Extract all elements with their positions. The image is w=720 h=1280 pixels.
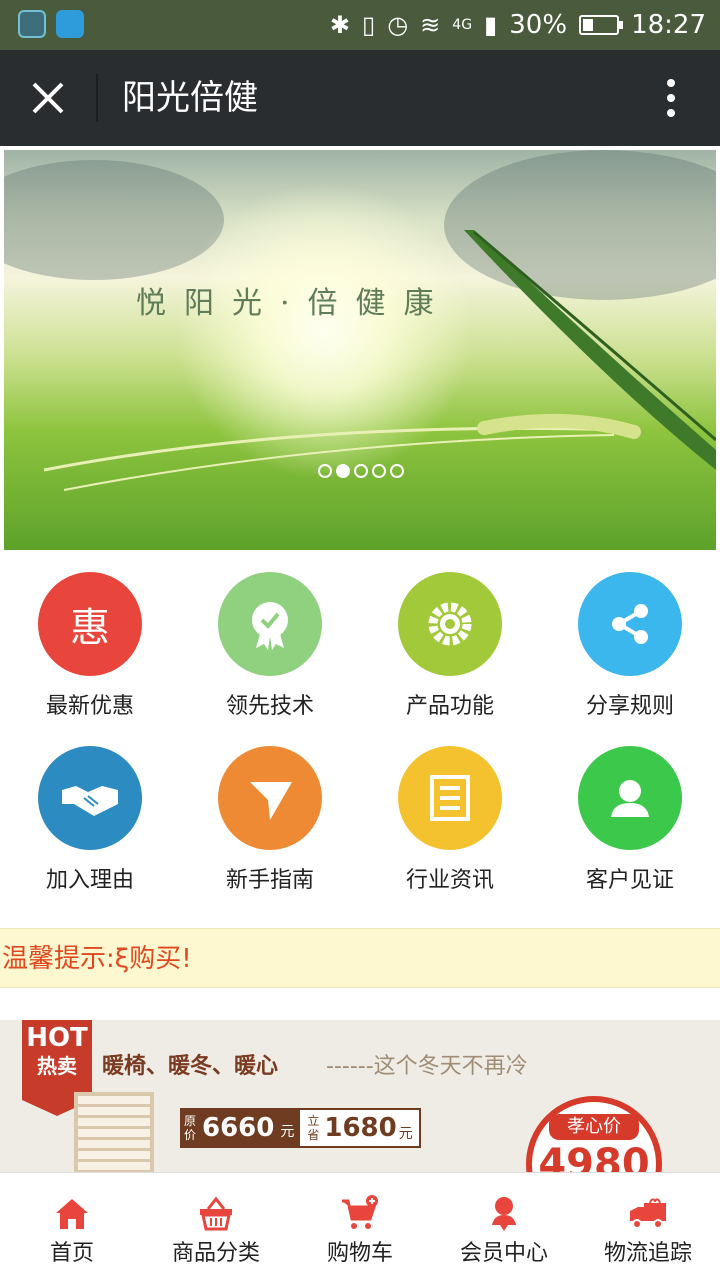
menu-item-label: 领先技术 <box>225 694 314 719</box>
menu-item-testimonials[interactable]: 客户见证 <box>540 746 720 920</box>
menu-item-product-features[interactable]: 产品功能 <box>360 572 540 746</box>
nav-label: 物流追踪 <box>603 1241 692 1266</box>
menu-item-label: 新手指南 <box>225 868 314 893</box>
menu-item-industry-news[interactable]: 行业资讯 <box>360 746 540 920</box>
saving-label: 立省 <box>307 1114 320 1142</box>
hot-badge-top: HOT <box>26 1023 88 1053</box>
original-price: 6660 <box>198 1110 281 1146</box>
close-icon[interactable] <box>26 76 70 120</box>
menu-item-label: 产品功能 <box>405 694 494 719</box>
special-price-stamp: 孝心价 4980 <box>526 1096 662 1172</box>
nav-label: 首页 <box>49 1241 94 1266</box>
menu-item-leading-tech[interactable]: 领先技术 <box>180 572 360 746</box>
handshake-icon <box>38 746 142 850</box>
stamp-label: 孝心价 <box>549 1114 639 1140</box>
signal-icon: ▮ <box>484 11 498 39</box>
navigation-icon <box>218 746 322 850</box>
carousel-dot[interactable] <box>390 464 404 478</box>
notice-message: ξ购买! <box>114 944 192 974</box>
nav-categories[interactable]: 商品分类 <box>144 1173 288 1280</box>
award-icon <box>218 572 322 676</box>
bottom-nav: 首页 商品分类 购物车 会员中心 物流追踪 <box>0 1172 720 1280</box>
app-notification-icon <box>56 10 84 38</box>
nav-label: 购物车 <box>326 1241 393 1266</box>
carousel-dot[interactable] <box>336 464 350 478</box>
menu-row: 惠 最新优惠 领先技术 产品功能 分享规则 <box>0 572 720 746</box>
vibrate-icon: ▯ <box>362 11 376 39</box>
price-box: 原价 6660 元 立省 1680 元 <box>180 1108 421 1148</box>
menu-item-label: 最新优惠 <box>45 694 134 719</box>
title-divider <box>96 74 98 122</box>
member-icon <box>492 1197 516 1231</box>
menu-item-share-rules[interactable]: 分享规则 <box>540 572 720 746</box>
share-icon <box>578 572 682 676</box>
more-options-icon[interactable] <box>664 78 678 118</box>
battery-icon <box>579 15 624 35</box>
wheat-image <box>43 230 716 491</box>
carousel-dot[interactable] <box>372 464 386 478</box>
user-icon <box>578 746 682 850</box>
truck-icon <box>630 1198 666 1229</box>
notice-bar: 温馨提示:ξ购买! <box>0 928 720 988</box>
title-bar: 阳光倍健 <box>0 50 720 146</box>
carousel-dot[interactable] <box>318 464 332 478</box>
page-title: 阳光倍健 <box>122 78 258 118</box>
menu-item-label: 客户见证 <box>585 868 674 893</box>
menu-item-join-reasons[interactable]: 加入理由 <box>0 746 180 920</box>
notice-label: 温馨提示: <box>2 944 115 974</box>
basket-icon <box>200 1196 232 1231</box>
home-icon <box>56 1199 88 1229</box>
promo-headline: 暖椅、暖冬、暖心 <box>102 1054 279 1079</box>
saving-unit: 元 <box>398 1126 413 1142</box>
saving-amount: 1680 <box>324 1113 397 1143</box>
menu-item-label: 分享规则 <box>585 694 674 719</box>
menu-row: 加入理由 新手指南 行业资讯 客户见证 <box>0 746 720 920</box>
app-notification-icon <box>18 10 46 38</box>
menu-item-latest-offers[interactable]: 惠 最新优惠 <box>0 572 180 746</box>
carousel-dot[interactable] <box>354 464 368 478</box>
stamp-price: 4980 <box>538 1141 650 1172</box>
menu-grid: 惠 最新优惠 领先技术 产品功能 分享规则 加入理由 新手指南 行业资讯 客户见… <box>0 572 720 920</box>
product-image <box>74 1092 154 1172</box>
notice-text: 温馨提示:ξ购买! <box>2 941 192 977</box>
cart-icon <box>342 1195 378 1229</box>
nav-cart[interactable]: 购物车 <box>288 1173 432 1280</box>
news-icon <box>398 746 502 850</box>
alarm-icon: ◷ <box>387 11 409 39</box>
gear-icon <box>398 572 502 676</box>
nav-home[interactable]: 首页 <box>0 1173 144 1280</box>
bluetooth-icon: ✱ <box>329 11 350 39</box>
nav-label: 商品分类 <box>171 1241 260 1266</box>
nav-member-center[interactable]: 会员中心 <box>432 1173 576 1280</box>
original-price-label: 原价 <box>182 1110 198 1146</box>
nav-logistics[interactable]: 物流追踪 <box>576 1173 720 1280</box>
menu-item-beginner-guide[interactable]: 新手指南 <box>180 746 360 920</box>
banner-carousel[interactable]: 悦阳光·倍健康 <box>4 150 716 550</box>
promo-banner[interactable]: HOT 热卖 暖椅、暖冬、暖心 ------这个冬天不再冷 原价 6660 元 … <box>0 1020 720 1172</box>
clock: 18:27 <box>631 10 706 40</box>
original-price-unit: 元 <box>280 1110 301 1146</box>
hui-icon: 惠 <box>38 572 142 676</box>
hot-badge: HOT 热卖 <box>22 1020 92 1100</box>
menu-item-label: 行业资讯 <box>405 868 494 893</box>
nav-label: 会员中心 <box>459 1241 548 1266</box>
wifi-icon: ≋ <box>420 11 441 39</box>
network-type: 4G <box>452 17 473 33</box>
carousel-indicators[interactable] <box>318 464 404 478</box>
hot-badge-bottom: 热卖 <box>37 1054 77 1078</box>
menu-item-label: 加入理由 <box>45 868 134 893</box>
status-bar: ✱ ▯ ◷ ≋ 4G ▮ 30% 18:27 <box>0 0 720 50</box>
promo-subline: ------这个冬天不再冷 <box>326 1054 528 1079</box>
banner-slogan: 悦阳光·倍健康 <box>136 286 452 321</box>
status-indicators: ✱ ▯ ◷ ≋ 4G ▮ 30% 18:27 <box>330 8 706 42</box>
battery-percent: 30% <box>509 10 568 40</box>
notification-icons <box>18 10 84 38</box>
